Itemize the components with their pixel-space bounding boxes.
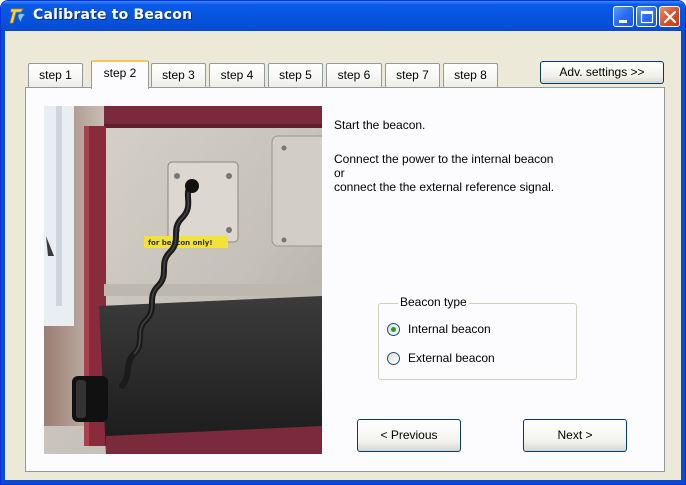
tab-step-6[interactable]: step 6 <box>326 63 382 88</box>
radio-external-indicator[interactable] <box>387 351 400 365</box>
next-button[interactable]: Next > <box>523 419 627 452</box>
instruction-connect-internal: Connect the power to the internal beacon <box>334 152 554 166</box>
instruction-connect-external: connect the the external reference signa… <box>334 180 555 194</box>
previous-button[interactable]: < Previous <box>357 419 461 452</box>
photo-sticker: for beacon only! <box>148 239 213 247</box>
tab-step-7[interactable]: step 7 <box>385 63 440 88</box>
instruction-or: or <box>334 166 345 180</box>
beacon-type-legend: Beacon type <box>398 295 469 309</box>
window-border-bottom <box>1 480 685 484</box>
radio-external-label[interactable]: External beacon <box>408 351 495 365</box>
tab-step-8[interactable]: step 8 <box>443 63 498 88</box>
close-button[interactable] <box>659 6 680 27</box>
tab-step-1[interactable]: step 1 <box>28 63 83 88</box>
close-icon <box>663 10 677 24</box>
maximize-button[interactable] <box>636 6 657 27</box>
radio-internal-beacon[interactable]: Internal beacon <box>387 321 491 337</box>
window-title: Calibrate to Beacon <box>33 7 193 23</box>
tab-step-3[interactable]: step 3 <box>151 63 206 88</box>
maximize-icon <box>640 10 654 24</box>
tab-step-2[interactable]: step 2 <box>91 60 149 89</box>
app-icon <box>9 8 26 24</box>
tab-step-4[interactable]: step 4 <box>209 63 265 88</box>
beacon-photo: for beacon only! <box>44 106 322 454</box>
radio-internal-indicator[interactable] <box>387 322 400 336</box>
window-border-right <box>681 31 685 484</box>
adv-settings-button[interactable]: Adv. settings >> <box>540 61 664 84</box>
radio-internal-label[interactable]: Internal beacon <box>408 322 491 336</box>
calibrate-window: Calibrate to Beacon step 1 step 2 step 3… <box>0 0 686 485</box>
beacon-type-group <box>378 303 577 380</box>
minimize-button[interactable] <box>613 6 634 27</box>
tab-step-5[interactable]: step 5 <box>268 63 323 88</box>
instruction-start: Start the beacon. <box>334 118 426 132</box>
minimize-icon <box>619 20 627 23</box>
title-bar[interactable]: Calibrate to Beacon <box>1 1 685 31</box>
radio-external-beacon[interactable]: External beacon <box>387 350 495 366</box>
window-border-left <box>1 31 5 484</box>
